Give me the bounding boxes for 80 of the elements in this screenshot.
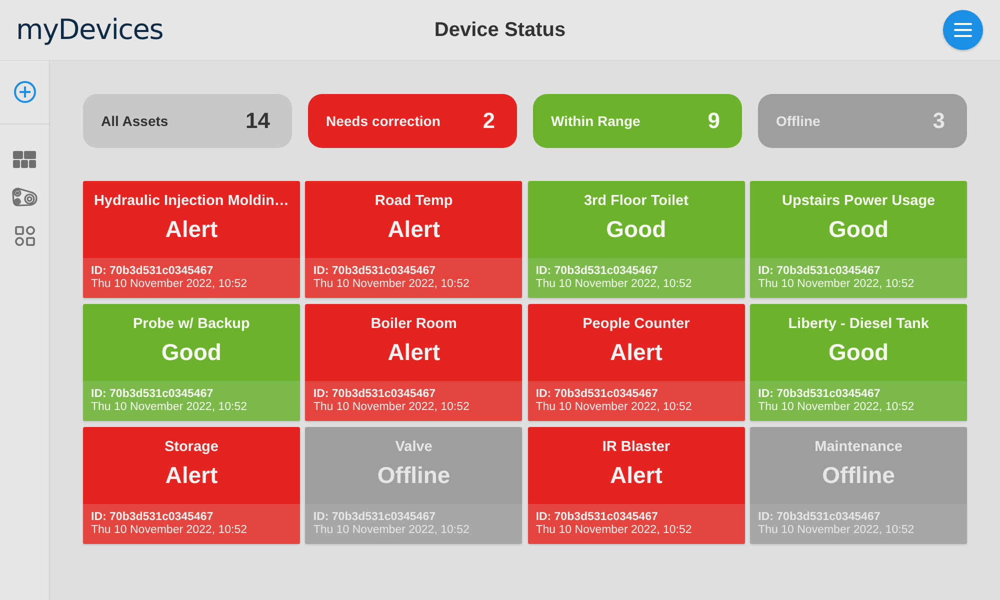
device-id: ID: 70b3d531c0345467 <box>91 511 214 524</box>
device-card[interactable]: Road Temp Alert ID: 70b3d531c0345467 Thu 10 November 2022, 10:52 <box>305 181 522 298</box>
device-id: ID: 70b3d531c0345467 <box>758 388 882 401</box>
device-timestamp: Thu 10 November 2022, 10:52 <box>536 278 693 291</box>
summary-card[interactable]: Needs correction 2 <box>308 94 517 148</box>
device-timestamp: Thu 10 November 2022, 10:52 <box>758 278 916 291</box>
device-name: 3rd Floor Toilet <box>584 192 688 210</box>
device-id: ID: 70b3d531c0345467 <box>536 265 659 278</box>
device-timestamp: Thu 10 November 2022, 10:52 <box>536 401 693 414</box>
device-name: IR Blaster <box>602 438 670 456</box>
device-id: ID: 70b3d531c0345467 <box>91 388 214 401</box>
device-status: Good <box>828 338 889 366</box>
device-id: ID: 70b3d531c0345467 <box>758 511 882 524</box>
summary-card[interactable]: Offline 3 <box>758 94 967 148</box>
device-card[interactable]: Upstairs Power Usage Good ID: 70b3d531c0345467 Thu 10 November 2022, 10:52 <box>750 181 967 298</box>
device-timestamp: Thu 10 November 2022, 10:52 <box>91 278 248 291</box>
dashboard-icon[interactable] <box>13 151 36 168</box>
summary-label: Offline <box>776 113 820 129</box>
device-status: Alert <box>165 461 218 489</box>
device-name: Boiler Room <box>370 315 457 333</box>
menu-icon <box>954 23 972 37</box>
device-card[interactable]: Boiler Room Alert ID: 70b3d531c0345467 Thu 10 November 2022, 10:52 <box>305 304 522 421</box>
summary-count: 2 <box>482 108 495 134</box>
device-id: ID: 70b3d531c0345467 <box>536 388 659 401</box>
apps-grid-icon[interactable] <box>14 226 34 246</box>
device-name: People Counter <box>582 315 690 333</box>
device-status: Good <box>161 338 222 366</box>
device-id: ID: 70b3d531c0345467 <box>313 265 436 278</box>
device-card[interactable]: Probe w/ Backup Good ID: 70b3d531c0345467 Thu 10 November 2022, 10:52 <box>83 304 300 421</box>
device-timestamp: Thu 10 November 2022, 10:52 <box>758 401 916 414</box>
menu-button[interactable] <box>943 10 983 50</box>
summary-label: Needs correction <box>326 113 440 129</box>
device-name: Liberty - Diesel Tank <box>788 315 929 333</box>
page-title: Device Status <box>434 18 566 42</box>
summary-count: 9 <box>708 108 720 134</box>
device-card[interactable]: Liberty - Diesel Tank Good ID: 70b3d531c0345467 Thu 10 November 2022, 10:52 <box>750 304 967 421</box>
device-card[interactable]: 3rd Floor Toilet Good ID: 70b3d531c0345467 Thu 10 November 2022, 10:52 <box>528 181 745 298</box>
device-timestamp: Thu 10 November 2022, 10:52 <box>758 524 916 537</box>
device-card[interactable]: Maintenance Offline ID: 70b3d531c0345467 Thu 10 November 2022, 10:52 <box>750 427 967 544</box>
device-name: Road Temp <box>374 192 453 210</box>
device-id: ID: 70b3d531c0345467 <box>313 511 436 524</box>
device-timestamp: Thu 10 November 2022, 10:52 <box>536 524 693 537</box>
device-id: ID: 70b3d531c0345467 <box>536 511 659 524</box>
device-timestamp: Thu 10 November 2022, 10:52 <box>91 401 248 414</box>
device-status: Alert <box>610 338 662 366</box>
summary-count: 3 <box>932 108 945 134</box>
device-id: ID: 70b3d531c0345467 <box>91 265 214 278</box>
add-circle-icon[interactable] <box>14 81 36 103</box>
device-timestamp: Thu 10 November 2022, 10:52 <box>91 524 248 537</box>
device-timestamp: Thu 10 November 2022, 10:52 <box>313 401 470 414</box>
device-card[interactable]: People Counter Alert ID: 70b3d531c0345467 Thu 10 November 2022, 10:52 <box>528 304 745 421</box>
device-name: Valve <box>395 438 432 456</box>
device-timestamp: Thu 10 November 2022, 10:52 <box>313 524 470 537</box>
device-name: Storage <box>164 438 218 456</box>
device-status: Alert <box>165 215 218 243</box>
summary-label: Within Range <box>551 113 640 129</box>
device-status: Offline <box>377 461 450 489</box>
device-status: Alert <box>388 338 440 366</box>
device-name: Probe w/ Backup <box>133 315 250 333</box>
device-card[interactable]: IR Blaster Alert ID: 70b3d531c0345467 Thu 10 November 2022, 10:52 <box>528 427 745 544</box>
summary-card[interactable]: Within Range 9 <box>533 94 742 148</box>
device-status: Offline <box>822 461 895 489</box>
summary-card[interactable]: All Assets 14 <box>83 94 292 148</box>
device-name: Upstairs Power Usage <box>782 192 936 210</box>
summary-label: All Assets <box>101 113 168 129</box>
logo: myDevices <box>16 16 163 44</box>
pulley-belt-icon[interactable] <box>12 187 38 207</box>
device-name: Maintenance <box>814 438 902 456</box>
device-card[interactable]: Hydraulic Injection Moldin… Alert ID: 70b3d531c0345467 Thu 10 November 2022, 10:52 <box>83 181 300 298</box>
summary-count: 14 <box>246 108 270 134</box>
device-status: Good <box>606 215 666 243</box>
device-status: Alert <box>610 461 662 489</box>
device-status: Good <box>828 215 889 243</box>
device-status: Alert <box>388 215 440 243</box>
device-id: ID: 70b3d531c0345467 <box>758 265 882 278</box>
device-timestamp: Thu 10 November 2022, 10:52 <box>313 278 470 291</box>
device-card[interactable]: Storage Alert ID: 70b3d531c0345467 Thu 10 November 2022, 10:52 <box>83 427 300 544</box>
device-card[interactable]: Valve Offline ID: 70b3d531c0345467 Thu 10 November 2022, 10:52 <box>305 427 522 544</box>
device-id: ID: 70b3d531c0345467 <box>313 388 436 401</box>
device-name: Hydraulic Injection Moldin… <box>94 192 289 210</box>
